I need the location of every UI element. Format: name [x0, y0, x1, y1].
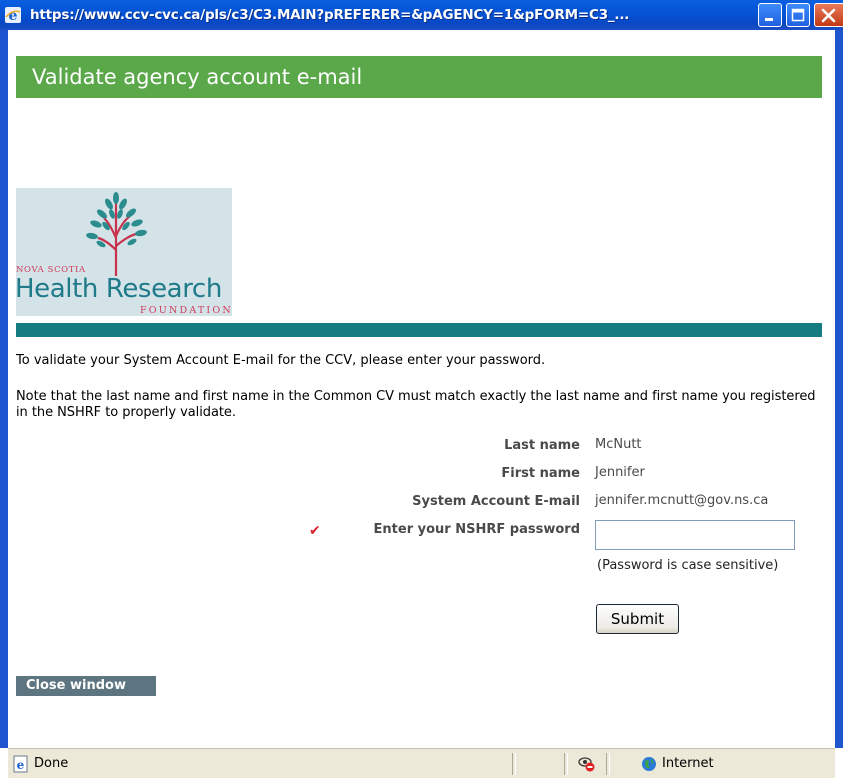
page-title: Validate agency account e-mail [32, 65, 363, 89]
logo-foundation: FOUNDATION [140, 305, 233, 316]
password-label: Enter your NSHRF password [373, 522, 580, 537]
password-input[interactable] [595, 520, 795, 550]
logo-health-research: Health Research [15, 274, 222, 304]
window-title: https://www.ccv-cvc.ca/pls/c3/C3.MAIN?pR… [30, 7, 630, 23]
svg-text:e: e [17, 758, 25, 772]
minimize-button[interactable] [758, 3, 782, 27]
first-name-label: First name [501, 466, 580, 481]
email-label: System Account E-mail [412, 494, 580, 509]
divider-bar [16, 323, 822, 337]
close-button[interactable] [814, 3, 843, 27]
window-frame-right [835, 30, 843, 748]
zone-text: Internet [662, 756, 714, 771]
submit-button[interactable]: Submit [596, 604, 679, 634]
globe-icon [642, 757, 656, 771]
first-name-value: Jennifer [595, 465, 645, 480]
required-check-icon: ✔ [309, 523, 321, 539]
nshrf-logo: NOVA SCOTIA Health Research FOUNDATION [15, 188, 233, 316]
window-frame-left [0, 30, 8, 748]
maximize-button[interactable] [786, 3, 810, 27]
note-text: Note that the last name and first name i… [16, 389, 816, 420]
password-hint: (Password is case sensitive) [597, 558, 779, 573]
ie-icon: e [5, 7, 21, 24]
minimize-icon [765, 18, 773, 21]
tree-icon [86, 192, 147, 276]
intro-text: To validate your System Account E-mail f… [16, 353, 546, 368]
maximize-icon [791, 8, 805, 22]
status-separator [564, 753, 568, 775]
last-name-label: Last name [504, 438, 580, 453]
status-bar: e Done Internet [8, 748, 835, 778]
close-window-button[interactable]: Close window [16, 676, 156, 696]
page-icon: e [13, 755, 28, 773]
email-value: jennifer.mcnutt@gov.ns.ca [595, 493, 769, 508]
status-separator [606, 753, 610, 775]
status-text: Done [34, 756, 69, 771]
privacy-icon[interactable] [577, 754, 597, 774]
page-header: Validate agency account e-mail [16, 56, 822, 98]
last-name-value: McNutt [595, 437, 642, 452]
window-titlebar[interactable]: e https://www.ccv-cvc.ca/pls/c3/C3.MAIN?… [0, 0, 843, 30]
close-icon [821, 8, 836, 23]
status-separator [512, 753, 516, 775]
